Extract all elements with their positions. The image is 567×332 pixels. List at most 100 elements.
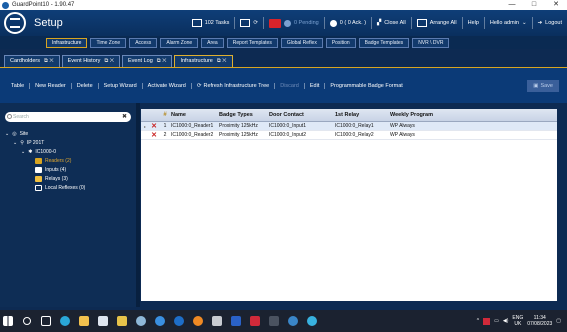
section-tabs: Infrastructure Time Zone Access Alarm Zo… <box>0 36 567 49</box>
activate-wizard-button[interactable]: Activate Wizard <box>141 82 191 89</box>
discard-button[interactable]: Discard <box>274 82 304 89</box>
taskbar-app-guardpoint[interactable] <box>171 310 187 332</box>
readers-table: # Name Badge Types Door Contact 1st Rela… <box>141 109 557 301</box>
refresh-tree-button[interactable]: ⟳ Refresh Infrastructure Tree <box>190 82 274 89</box>
column-header-first-relay[interactable]: 1st Relay <box>335 112 390 118</box>
doc-tab-label: Cardholders <box>10 58 40 64</box>
chevron-up-icon[interactable]: ^ <box>477 318 479 324</box>
column-header-name[interactable]: Name <box>171 112 219 118</box>
taskbar-app-round[interactable] <box>285 310 301 332</box>
row-number: 1 <box>163 123 167 129</box>
close-all-label: Close All <box>384 20 406 26</box>
taskbar-app-explorer[interactable] <box>76 310 92 332</box>
taskbar-search-button[interactable] <box>19 310 35 332</box>
close-icon[interactable]: ⧉ ✕ <box>217 58 227 64</box>
delete-row-icon[interactable]: ✕ <box>149 122 159 130</box>
tab-report-templates[interactable]: Report Templates <box>226 37 278 48</box>
tree-node-ip[interactable]: ⌄ ⚲ IP 201T <box>5 138 85 147</box>
clear-search-icon[interactable]: ✖ <box>122 112 127 122</box>
doc-tab-cardholders[interactable]: Cardholders ⧉ ✕ <box>4 55 60 67</box>
tree-node-label: Inputs (4) <box>45 166 67 173</box>
close-window-button[interactable]: ✕ <box>545 0 567 10</box>
tab-area[interactable]: Area <box>201 37 224 48</box>
network-icon[interactable]: ▭ <box>494 318 499 324</box>
taskbar-app-edge[interactable] <box>57 310 73 332</box>
tab-time-zone[interactable]: Time Zone <box>90 37 127 48</box>
tree-node-readers[interactable]: Readers (2) <box>5 156 85 165</box>
start-button[interactable] <box>0 310 16 332</box>
setup-wizard-button[interactable]: Setup Wizard <box>97 82 142 89</box>
taskbar-app-store[interactable] <box>95 310 111 332</box>
delete-row-icon[interactable]: ✕ <box>149 131 159 139</box>
close-all-button[interactable]: ▞ Close All <box>371 17 411 29</box>
save-button[interactable]: ▣ Save <box>527 79 559 92</box>
language-indicator[interactable]: ENG UK <box>512 315 523 327</box>
tree-node-relays[interactable]: Relays (3) <box>5 174 85 183</box>
tab-global-reflex[interactable]: Global Reflex <box>280 37 323 48</box>
pending-button[interactable]: 0 Pending <box>262 17 324 29</box>
search-input[interactable]: Search ✖ <box>5 112 131 122</box>
taskbar-app-chrome[interactable] <box>152 310 168 332</box>
taskbar-app-teams[interactable] <box>114 310 130 332</box>
app-logo-icon <box>4 12 26 34</box>
maximize-button[interactable]: □ <box>523 0 545 10</box>
table-row[interactable]: ▸ ✕ 1 IC1000:0_Reader1 Proximity 125kHz … <box>141 122 557 131</box>
user-menu[interactable]: Hello admin ⌄ <box>483 17 532 29</box>
tab-alarm-zone[interactable]: Alarm Zone <box>160 37 199 48</box>
table-button[interactable]: Table <box>6 83 29 89</box>
taskbar-app-term[interactable] <box>266 310 282 332</box>
taskbar-app-blue[interactable] <box>228 310 244 332</box>
taskbar-app-red[interactable] <box>247 310 263 332</box>
delete-button[interactable]: Delete <box>70 82 98 89</box>
tree-node-inputs[interactable]: Inputs (4) <box>5 165 85 174</box>
help-button[interactable]: Help <box>461 17 484 29</box>
doc-tab-event-log[interactable]: Event Log ⧉ ✕ <box>122 55 173 67</box>
tasks-button[interactable]: 102 Tasks <box>187 17 235 29</box>
arrange-all-button[interactable]: Arrange All <box>410 17 462 29</box>
volume-icon[interactable]: ◀) <box>503 318 509 324</box>
taskbar-app-files[interactable] <box>209 310 225 332</box>
close-icon[interactable]: ⧉ ✕ <box>44 58 54 64</box>
tab-access[interactable]: Access <box>129 37 158 48</box>
layout-button[interactable]: ⟳ <box>234 17 263 29</box>
cell-name: IC1000:0_Reader1 <box>171 123 214 129</box>
taskbar-app-firefox[interactable] <box>190 310 206 332</box>
tab-infrastructure[interactable]: Infrastructure <box>46 37 88 48</box>
arrange-icon <box>416 19 427 27</box>
cell-first-relay: IC1000:0_Relay2 <box>335 132 374 138</box>
task-view-button[interactable] <box>38 310 54 332</box>
panel-splitter[interactable] <box>136 103 140 307</box>
help-label: Help <box>467 20 479 26</box>
tab-position[interactable]: Position <box>325 37 356 48</box>
column-header-door-contact[interactable]: Door Contact <box>269 112 335 118</box>
table-row[interactable]: ✕ 2 IC1000:0_Reader2 Proximity 125kHz IC… <box>141 131 557 140</box>
cell-weekly-program: WP Always <box>390 132 415 138</box>
cell-badge-types: Proximity 125kHz <box>219 123 258 129</box>
tree-node-controller[interactable]: ⌄ ✱ IC1000-0 <box>5 147 85 156</box>
tray-app-icon[interactable] <box>483 317 491 325</box>
doc-tab-event-history[interactable]: Event History ⧉ ✕ <box>61 55 120 67</box>
tree-node-reflexes[interactable]: Local Reflexes (0) <box>5 183 85 192</box>
close-icon[interactable]: ⧉ ✕ <box>157 58 167 64</box>
tab-badge-templates[interactable]: Badge Templates <box>358 37 410 48</box>
ack-button[interactable]: 0 ( 0 Ack. ) <box>323 17 371 29</box>
pending-label: 0 Pending <box>293 20 319 26</box>
taskbar-app-tool[interactable] <box>133 310 149 332</box>
column-header-star[interactable]: # <box>159 112 171 118</box>
clock[interactable]: 11:34 07/08/2023 <box>527 315 552 327</box>
taskbar-app-chrome2[interactable] <box>304 310 320 332</box>
notification-icon[interactable]: ▢ <box>556 318 561 324</box>
close-icon[interactable]: ⧉ ✕ <box>104 58 114 64</box>
programmable-badge-button[interactable]: Programmable Badge Format <box>324 82 407 89</box>
column-header-badge-types[interactable]: Badge Types <box>219 112 269 118</box>
tab-nvr-dvr[interactable]: NVR \ DVR <box>412 37 450 48</box>
column-header-weekly-program[interactable]: Weekly Program <box>390 112 480 118</box>
doc-tab-infrastructure[interactable]: Infrastructure ⧉ ✕ <box>174 55 233 67</box>
minimize-button[interactable]: — <box>501 0 523 10</box>
edit-button[interactable]: Edit <box>303 82 324 89</box>
new-reader-button[interactable]: New Reader <box>29 82 71 89</box>
page-title: Setup <box>34 17 63 29</box>
logout-button[interactable]: ➔ Logout <box>531 17 567 29</box>
search-placeholder: Search <box>13 114 29 120</box>
tree-node-site[interactable]: ⌄ ◎ Site <box>5 129 85 138</box>
